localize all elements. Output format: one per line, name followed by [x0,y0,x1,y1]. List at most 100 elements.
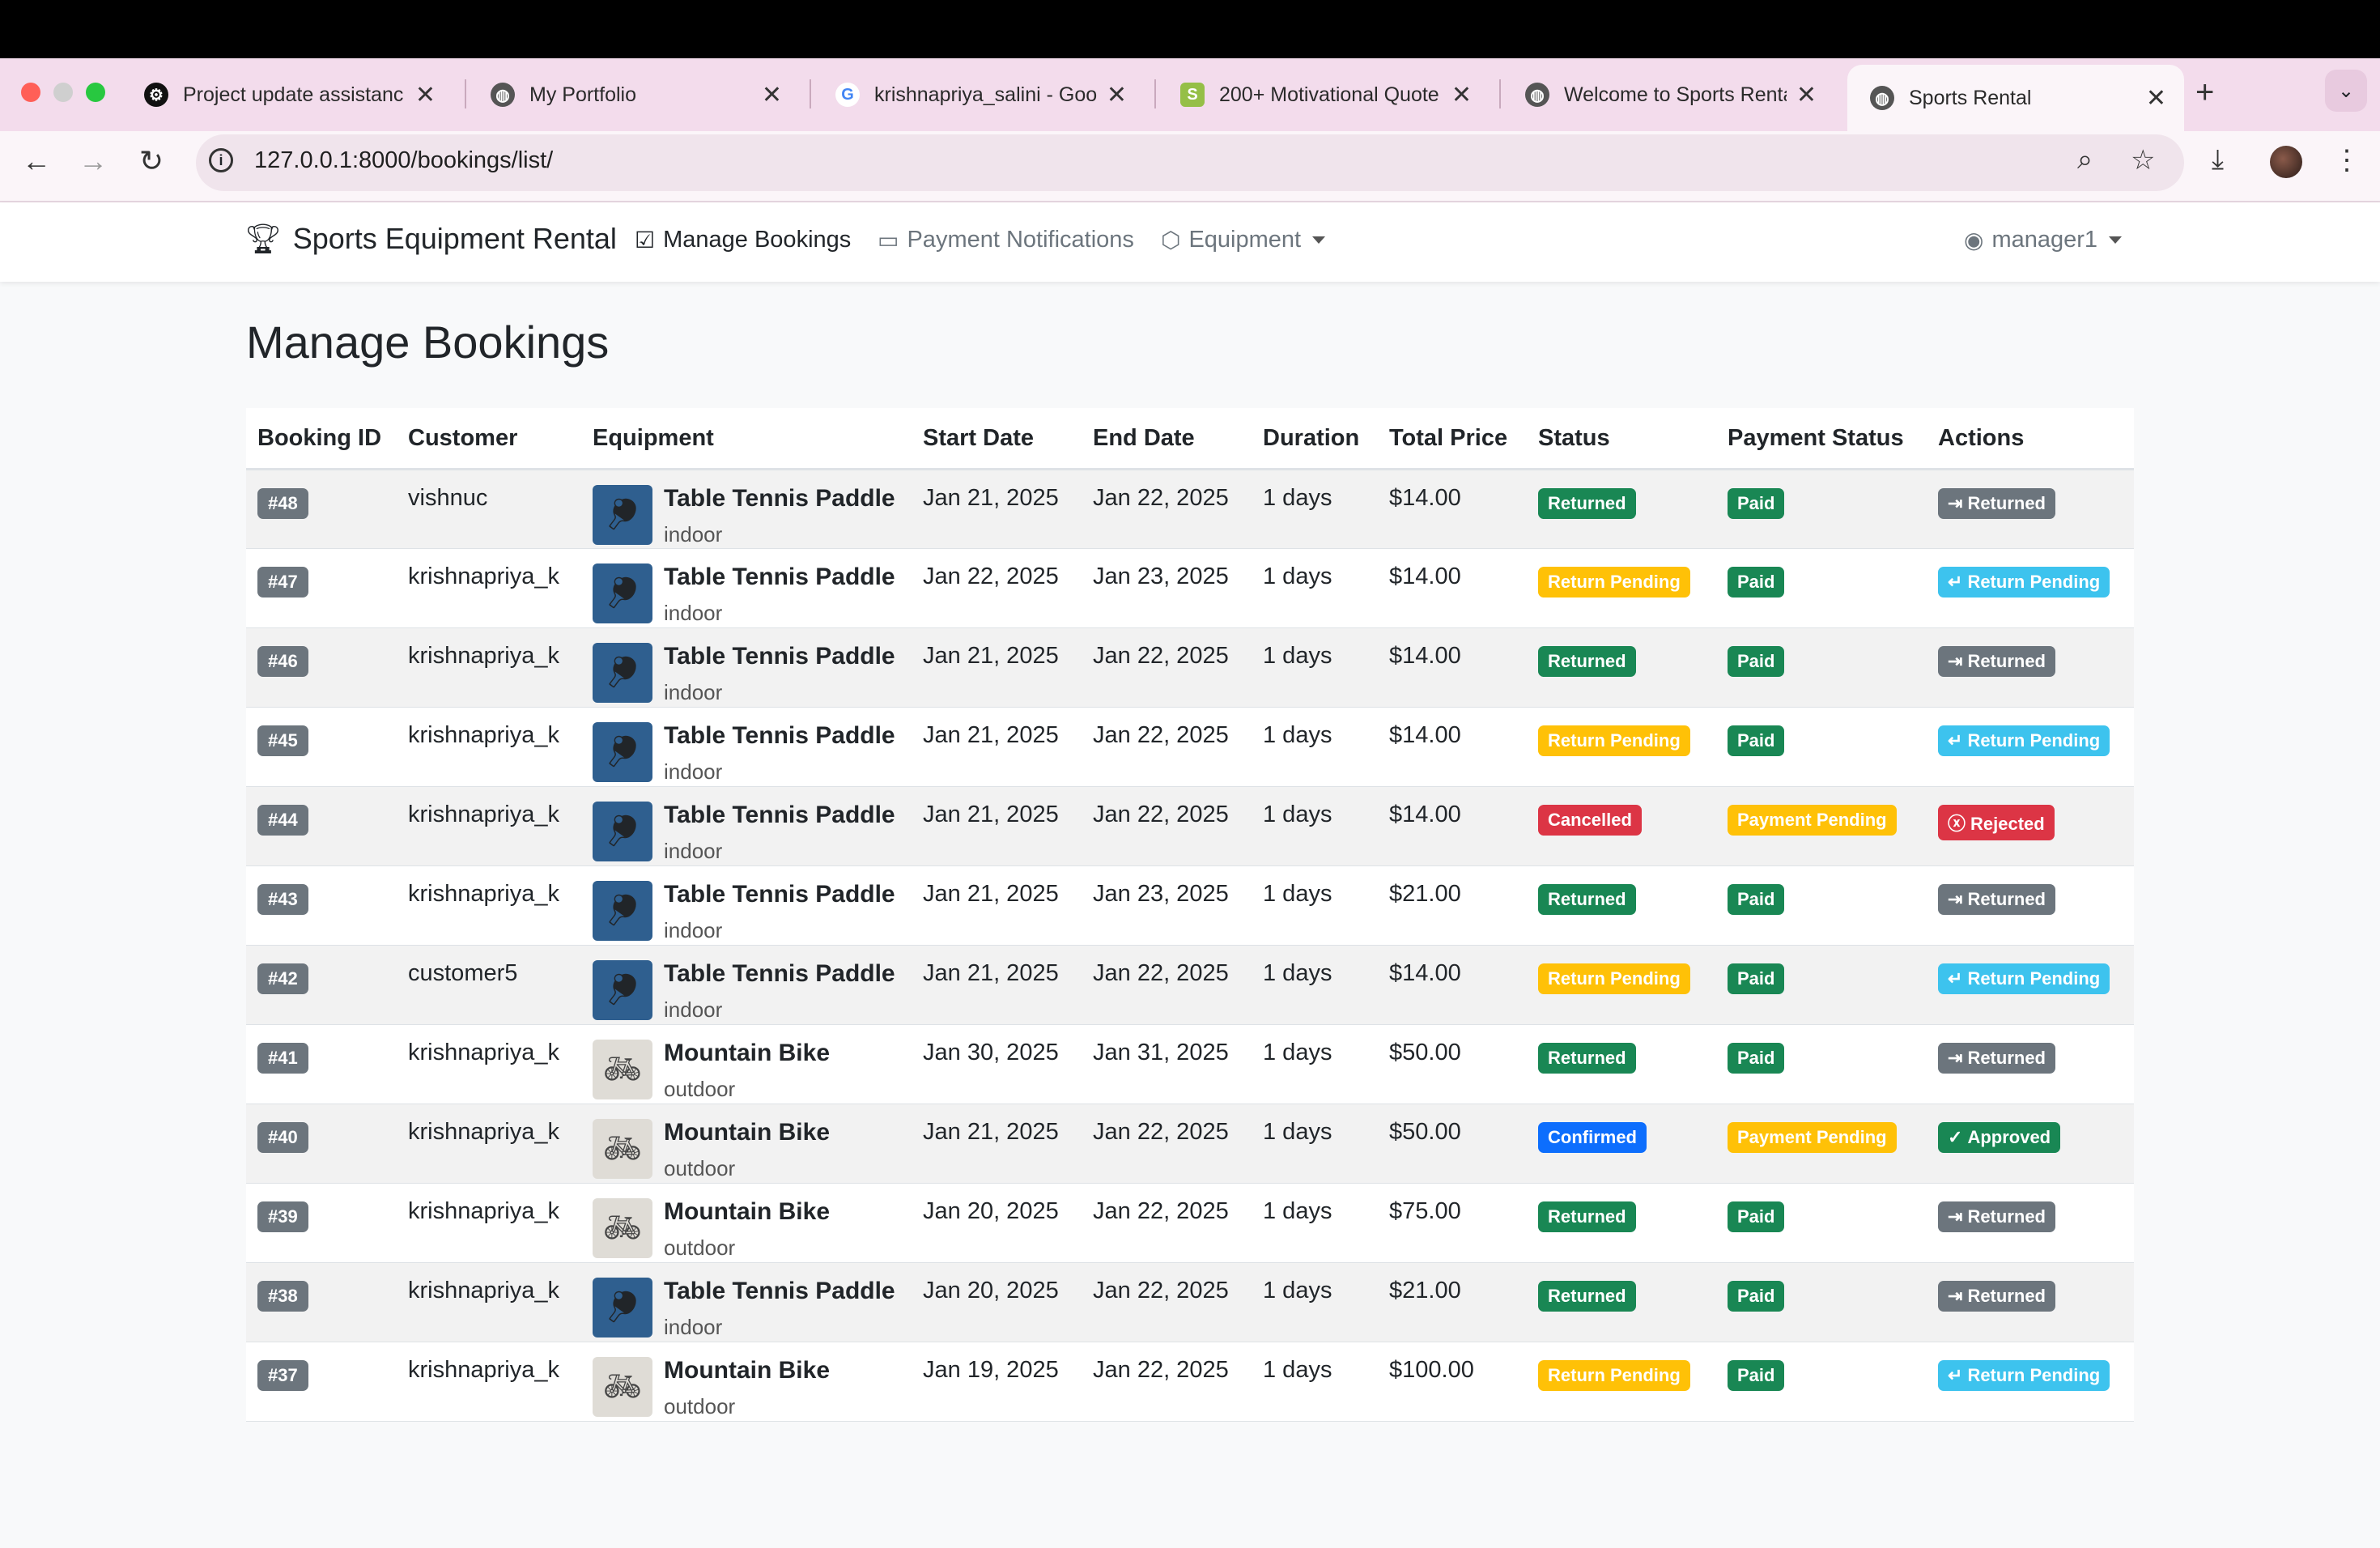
action-button[interactable]: ⇥ Returned [1938,1281,2055,1312]
column-header: Status [1527,408,1716,470]
nav-label: Equipment [1188,227,1302,253]
zoom-icon[interactable]: ⌕ [2077,144,2093,176]
equipment-info: 🚲︎ Mountain Bike outdoor [593,1357,900,1419]
equipment-info: 🏓︎ Table Tennis Paddle indoor [593,643,900,705]
equipment-name: Mountain Bike [664,1040,831,1066]
nav-payment-notifications[interactable]: ▭ Payment Notifications [878,227,1134,253]
cell-end-date: Jan 31, 2025 [1082,1024,1252,1104]
equipment-name: Mountain Bike [664,1357,831,1384]
cell-start-date: Jan 21, 2025 [912,707,1082,787]
profile-avatar[interactable] [2270,146,2302,178]
nav-label: Payment Notifications [907,227,1134,253]
action-button[interactable]: ⓧ Rejected [1938,805,2055,840]
tab-title: 200+ Motivational Quote [1219,83,1439,106]
bookings-table-body: #48 vishnuc 🏓︎ Table Tennis Paddle indoor Jan… [246,469,2134,1422]
cell-actions: ⇥ Returned [1927,1024,2134,1104]
reload-button[interactable]: ↻ [131,144,172,178]
cell-actions: ⇥ Returned [1927,1183,2134,1263]
back-button[interactable]: ← [16,144,57,178]
nav-equipment-dropdown[interactable]: ⬡ Equipment [1161,227,1326,253]
action-button[interactable]: ↵ Return Pending [1938,963,2110,994]
nav-label: Manage Bookings [663,227,852,253]
booking-id-badge: #40 [257,1122,308,1153]
close-icon[interactable]: ✕ [1796,81,1817,109]
browser-tab[interactable]: ◍ Welcome to Sports Renta ✕ [1502,68,1834,121]
download-icon[interactable]: ⤓ [2212,144,2224,176]
cell-customer: krishnapriya_k [397,707,581,787]
action-button[interactable]: ↵ Return Pending [1938,725,2110,756]
action-button[interactable]: ✓ Approved [1938,1122,2061,1153]
url-text[interactable]: 127.0.0.1:8000/bookings/list/ [254,147,553,174]
status-badge: Returned [1538,488,1636,519]
cell-actions: ⇥ Returned [1927,469,2134,549]
cell-end-date: Jan 22, 2025 [1082,1104,1252,1184]
payment-status-badge: Paid [1728,1201,1785,1232]
globe-icon: ◍ [1525,83,1549,107]
table-row: #41 krishnapriya_k 🚲︎ Mountain Bike outdoor J… [246,1024,2134,1104]
column-header: End Date [1082,408,1252,470]
bicycle-icon: 🚲︎ [593,1357,652,1417]
equipment-info: 🚲︎ Mountain Bike outdoor [593,1198,900,1261]
cell-booking-id: #45 [246,707,397,787]
browser-tab[interactable]: ◍ My Portfolio ✕ [468,68,800,121]
brand-link[interactable]: 🏆︎ Sports Equipment Rental [244,222,617,256]
maximize-window-button[interactable] [86,83,105,102]
close-icon[interactable]: ✕ [1451,81,1472,109]
cell-payment-status: Paid [1716,865,1927,946]
minimize-window-button[interactable] [53,83,73,102]
tab-divider [810,79,811,108]
close-icon[interactable]: ✕ [2146,84,2166,113]
cell-duration: 1 days [1252,1183,1378,1263]
close-icon[interactable]: ✕ [415,81,436,109]
action-button[interactable]: ⇥ Returned [1938,1043,2055,1074]
box-arrow-right-icon: ⇥ [1948,889,1963,909]
action-button[interactable]: ↵ Return Pending [1938,1360,2110,1391]
cell-payment-status: Payment Pending [1716,1104,1927,1184]
action-button[interactable]: ⇥ Returned [1938,646,2055,677]
cell-total-price: $21.00 [1378,865,1527,946]
site-info-icon[interactable]: i [209,148,233,172]
close-window-button[interactable] [21,83,40,102]
tab-search-button[interactable]: ⌄ [2325,70,2367,112]
more-menu-icon[interactable]: ⋮ [2333,144,2361,176]
action-label: Return Pending [1967,572,2101,592]
action-button[interactable]: ↵ Return Pending [1938,567,2110,598]
booking-id-badge: #39 [257,1201,308,1232]
equipment-name: Mountain Bike [664,1198,831,1225]
equipment-category: outdoor [664,1077,736,1101]
tab-title: My Portfolio [529,83,636,106]
payment-status-badge: Paid [1728,488,1785,519]
cell-booking-id: #48 [246,469,397,549]
table-row: #40 krishnapriya_k 🚲︎ Mountain Bike outdoor J… [246,1104,2134,1184]
new-tab-button[interactable]: + [2195,74,2214,111]
action-button[interactable]: ⇥ Returned [1938,488,2055,519]
cell-customer: vishnuc [397,469,581,549]
openai-icon: ⚙ [144,83,168,107]
cell-customer: krishnapriya_k [397,1262,581,1342]
close-icon[interactable]: ✕ [1107,81,1127,109]
action-button[interactable]: ⇥ Returned [1938,884,2055,915]
bookmark-star-icon[interactable]: ☆ [2131,144,2155,176]
action-label: Return Pending [1967,730,2101,751]
shopify-icon: S [1180,83,1205,107]
action-button[interactable]: ⇥ Returned [1938,1201,2055,1232]
browser-tab[interactable]: ⚙ Project update assistanc ✕ [121,68,453,121]
nav-manage-bookings[interactable]: ☑ Manage Bookings [635,227,851,253]
bicycle-icon: 🚲︎ [593,1040,652,1099]
cell-actions: ↵ Return Pending [1927,548,2134,628]
cell-duration: 1 days [1252,1104,1378,1184]
forward-button[interactable]: → [73,144,113,178]
user-menu-dropdown[interactable]: ◉ manager1 [1964,227,2123,253]
cell-start-date: Jan 21, 2025 [912,1104,1082,1184]
browser-tab[interactable]: S 200+ Motivational Quote ✕ [1158,68,1490,121]
cell-booking-id: #43 [246,865,397,946]
cell-total-price: $50.00 [1378,1024,1527,1104]
equipment-category: outdoor [664,1235,736,1260]
browser-tab-active[interactable]: ◍ Sports Rental ✕ [1847,65,2184,131]
return-arrow-icon: ↵ [1948,572,1963,592]
equipment-name: Table Tennis Paddle [664,722,895,749]
browser-tab[interactable]: G krishnapriya_salini - Goo ✕ [813,68,1145,121]
close-icon[interactable]: ✕ [762,81,782,109]
cell-end-date: Jan 23, 2025 [1082,865,1252,946]
ping-pong-paddle-icon: 🏓︎ [593,1278,652,1337]
